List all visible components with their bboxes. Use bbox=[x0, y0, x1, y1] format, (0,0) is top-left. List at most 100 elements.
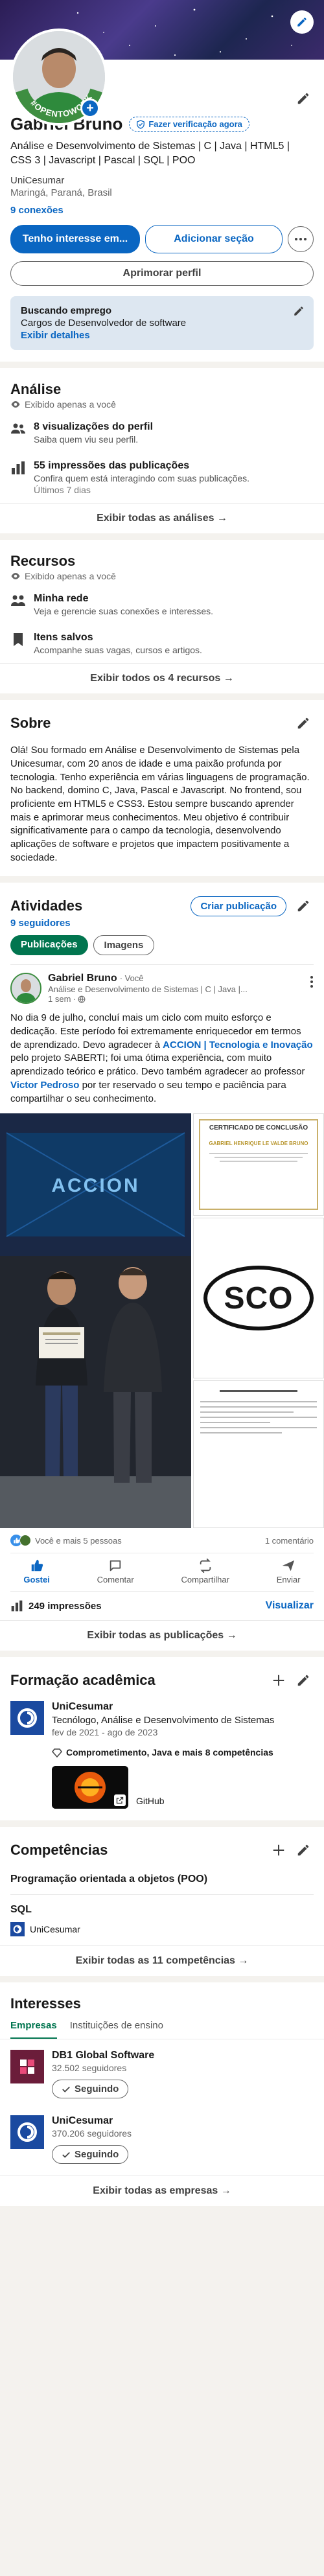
more-icon bbox=[295, 238, 307, 241]
view-analytics-link[interactable]: Visualizar bbox=[266, 1600, 314, 1612]
education-title: Formação acadêmica bbox=[10, 1672, 156, 1689]
analysis-item-title: 8 visualizações do perfil bbox=[34, 421, 154, 433]
skill-item[interactable]: Programação orientada a objetos (POO) bbox=[0, 1864, 324, 1894]
interest-name: DB1 Global Software bbox=[52, 2050, 155, 2061]
resource-item-title: Itens salvos bbox=[34, 632, 93, 644]
skill-source: UniCesumar bbox=[30, 1924, 80, 1935]
shield-check-icon bbox=[137, 119, 145, 129]
create-post-button[interactable]: Criar publicação bbox=[191, 896, 286, 916]
analysis-item-title: 55 impressões das publicações bbox=[34, 460, 190, 472]
activity-title: Atividades bbox=[10, 898, 83, 914]
unicesumar-logo-icon bbox=[17, 1708, 37, 1728]
resource-item-title: Minha rede bbox=[34, 593, 89, 605]
cert-title: CERTIFICADO DE CONCLUSÃO bbox=[209, 1124, 308, 1132]
followers-count[interactable]: 9 seguidores bbox=[0, 916, 324, 935]
post-author[interactable]: Gabriel Bruno bbox=[48, 973, 117, 984]
edit-education-button[interactable] bbox=[293, 1670, 314, 1691]
pencil-icon bbox=[297, 1675, 309, 1686]
show-all-companies-link[interactable]: Exibir todas as empresas → bbox=[0, 2176, 324, 2206]
add-section-button[interactable]: Adicionar seção bbox=[145, 225, 283, 254]
analysis-item-period: Últimos 7 dias bbox=[34, 485, 91, 496]
more-button[interactable] bbox=[288, 226, 314, 253]
resource-item-sub: Acompanhe suas vagas, cursos e artigos. bbox=[34, 645, 202, 656]
connections-link[interactable]: 9 conexões bbox=[10, 205, 314, 216]
analysis-card: Análise Exibido apenas a você 8 visualiz… bbox=[0, 368, 324, 534]
show-all-analysis-link[interactable]: Exibir todas as análises → bbox=[0, 503, 324, 533]
skill-item[interactable]: SQL UniCesumar bbox=[0, 1895, 324, 1945]
db1-logo-icon bbox=[20, 2060, 34, 2074]
tab-companies[interactable]: Empresas bbox=[10, 2020, 57, 2039]
add-photo-button[interactable]: + bbox=[80, 99, 100, 118]
send-icon bbox=[282, 1560, 295, 1572]
interest-item[interactable]: DB1 Global Software 32.502 seguidores Se… bbox=[0, 2039, 324, 2109]
education-school[interactable]: UniCesumar bbox=[52, 1701, 314, 1713]
open-to-button[interactable]: Tenho interesse em... bbox=[10, 225, 140, 254]
improve-profile-button[interactable]: Aprimorar perfil bbox=[10, 261, 314, 286]
post-photo-certificate[interactable]: CERTIFICADO DE CONCLUSÃO GABRIEL HENRIQU… bbox=[193, 1113, 324, 1216]
education-skills[interactable]: Comprometimento, Java e mais 8 competênc… bbox=[66, 1746, 273, 1758]
share-label: Compartilhar bbox=[181, 1575, 229, 1585]
eye-icon bbox=[11, 573, 20, 580]
skills-title: Competências bbox=[10, 1842, 108, 1859]
resources-private: Exibido apenas a você bbox=[25, 571, 116, 582]
post-photo-main[interactable]: ACCION bbox=[0, 1113, 191, 1529]
open-to-work-card[interactable]: Buscando emprego Cargos de Desenvolvedor… bbox=[10, 296, 314, 351]
tab-images[interactable]: Imagens bbox=[93, 935, 155, 956]
school-logo[interactable] bbox=[10, 1701, 44, 1735]
analysis-item[interactable]: 55 impressões das publicações Confira que… bbox=[0, 452, 324, 503]
job-card-link[interactable]: Exibir detalhes bbox=[21, 330, 303, 341]
education-card: Formação acadêmica UniCesumar Tecnólogo,… bbox=[0, 1657, 324, 1821]
post-mention-link[interactable]: ACCION | Tecnologia e Inovação bbox=[163, 1039, 312, 1050]
resource-item-sub: Veja e gerencie suas conexões e interess… bbox=[34, 606, 214, 617]
resource-item[interactable]: Minha rede Veja e gerencie suas conexões … bbox=[0, 585, 324, 624]
comments-count[interactable]: 1 comentário bbox=[265, 1536, 314, 1546]
about-text: Olá! Sou formado em Análise e Desenvolvi… bbox=[10, 745, 310, 863]
post-menu-button[interactable] bbox=[310, 973, 314, 988]
post-avatar[interactable] bbox=[10, 973, 41, 1004]
post-media-grid[interactable]: ACCION CERTIFICADO DE CONCLUSÃO GABRIEL … bbox=[0, 1113, 324, 1529]
reactions-count[interactable]: Você e mais 5 pessoas bbox=[35, 1536, 122, 1546]
analysis-item-sub: Confira quem está interagindo com suas p… bbox=[34, 473, 250, 484]
following-label: Seguindo bbox=[75, 2083, 119, 2095]
plus-icon bbox=[273, 1845, 284, 1856]
profile-school[interactable]: UniCesumar bbox=[10, 175, 314, 186]
share-button[interactable]: Compartilhar bbox=[181, 1559, 229, 1584]
verify-badge-button[interactable]: Fazer verificação agora bbox=[129, 117, 249, 132]
add-education-button[interactable] bbox=[268, 1670, 289, 1691]
analysis-item-sub: Saiba quem viu seu perfil. bbox=[34, 434, 139, 445]
add-skill-button[interactable] bbox=[268, 1840, 289, 1861]
education-media-label: GitHub bbox=[136, 1796, 165, 1807]
education-media-thumbnail[interactable] bbox=[52, 1766, 128, 1809]
interests-card: Interesses Empresas Instituições de ensi… bbox=[0, 1982, 324, 2207]
like-button[interactable]: Gostei bbox=[23, 1559, 50, 1584]
edit-job-card-button[interactable] bbox=[293, 305, 305, 317]
about-title: Sobre bbox=[10, 715, 51, 732]
resource-item[interactable]: Itens salvos Acompanhe suas vagas, cursos… bbox=[0, 624, 324, 663]
edit-skills-button[interactable] bbox=[293, 1840, 314, 1861]
show-all-resources-link[interactable]: Exibir todos os 4 recursos → bbox=[0, 663, 324, 693]
edit-activity-button[interactable] bbox=[293, 896, 314, 916]
show-all-skills-link[interactable]: Exibir todas as 11 competências → bbox=[0, 1945, 324, 1976]
profile-headline: Análise e Desenvolvimento de Sistemas | … bbox=[10, 141, 290, 166]
tab-posts[interactable]: Publicações bbox=[10, 935, 88, 956]
analysis-item[interactable]: 8 visualizações do perfil Saiba quem viu … bbox=[0, 413, 324, 452]
post-photo-document[interactable] bbox=[193, 1380, 324, 1529]
show-all-posts-link[interactable]: Exibir todas as publicações → bbox=[0, 1620, 324, 1651]
resources-card: Recursos Exibido apenas a você Minha red… bbox=[0, 540, 324, 694]
profile-card: #OPENTOWORK + Gabriel Bruno Fazer verifi… bbox=[0, 0, 324, 362]
diamond-icon bbox=[52, 1748, 62, 1758]
comment-button[interactable]: Comentar bbox=[97, 1559, 134, 1584]
following-button[interactable]: Seguindo bbox=[52, 2080, 129, 2099]
edit-about-button[interactable] bbox=[293, 713, 314, 734]
post-text: No dia 9 de julho, concluí mais um ciclo… bbox=[0, 1004, 324, 1113]
check-icon bbox=[62, 2152, 70, 2158]
post-photo-logo[interactable]: SCO bbox=[193, 1218, 324, 1379]
tab-schools[interactable]: Instituições de ensino bbox=[70, 2020, 163, 2039]
following-button[interactable]: Seguindo bbox=[52, 2145, 129, 2164]
send-button[interactable]: Enviar bbox=[277, 1559, 301, 1584]
edit-cover-button[interactable] bbox=[290, 10, 314, 34]
interest-item[interactable]: UniCesumar 370.206 seguidores Seguindo bbox=[0, 2109, 324, 2176]
post-mention-link[interactable]: Victor Pedroso bbox=[10, 1080, 79, 1091]
bookmark-icon bbox=[14, 633, 23, 647]
edit-intro-button[interactable] bbox=[293, 88, 314, 109]
